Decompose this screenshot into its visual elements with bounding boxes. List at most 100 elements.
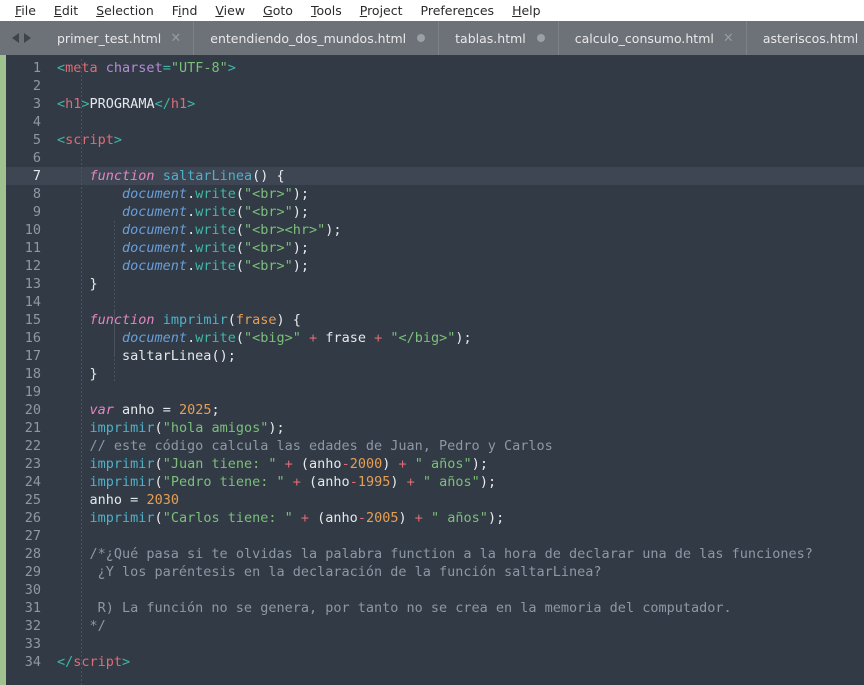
line-number: 18 (24, 366, 41, 382)
tab-unsaved-indicator-icon[interactable] (536, 34, 545, 42)
code-token: ); (479, 474, 497, 490)
line-number: 20 (24, 402, 41, 418)
code-line[interactable]: <h1>PROGRAMA</h1> (51, 95, 864, 113)
code-token: = (162, 60, 171, 76)
code-token: document (122, 222, 188, 238)
code-line[interactable] (51, 77, 864, 95)
code-line[interactable]: function saltarLinea() { (51, 167, 864, 185)
code-token: ); (292, 204, 310, 220)
tab-primer_test-html[interactable]: primer_test.html × (41, 21, 194, 55)
code-token: - (341, 456, 350, 472)
code-line[interactable]: */ (51, 617, 864, 635)
tab-close-icon[interactable]: × (723, 32, 734, 45)
tab-unsaved-indicator-icon[interactable] (417, 34, 426, 42)
code-line[interactable]: document.write("<br>"); (51, 185, 864, 203)
code-line[interactable] (51, 581, 864, 599)
sublime-text-window: File Edit Selection Find View Goto Tools Projec… (0, 0, 864, 685)
code-token: anho (122, 402, 155, 418)
line-number: 30 (24, 582, 41, 598)
code-line[interactable] (51, 293, 864, 311)
code-content[interactable]: <meta charset="UTF-8"> <h1>PROGRAMA</h1>… (51, 55, 864, 685)
tab-tablas-html[interactable]: tablas.html (438, 21, 558, 55)
code-line[interactable] (51, 383, 864, 401)
menu-item-find[interactable]: Find (163, 0, 207, 21)
code-line[interactable]: <meta charset="UTF-8"> (51, 59, 864, 77)
code-line[interactable]: anho = 2030 (51, 491, 864, 509)
code-token: imprimir (89, 456, 155, 472)
menu-item-project[interactable]: Project (351, 0, 412, 21)
code-token: + (300, 510, 310, 526)
code-line[interactable]: imprimir("Pedro tiene: " + (anho-1995) +… (51, 473, 864, 491)
code-line[interactable]: imprimir("Juan tiene: " + (anho-2000) + … (51, 455, 864, 473)
code-line[interactable]: document.write("<br>"); (51, 239, 864, 257)
code-token: imprimir (162, 312, 228, 328)
nav-prev-icon[interactable] (12, 33, 19, 43)
code-line[interactable]: </script> (51, 653, 864, 671)
code-line[interactable] (51, 527, 864, 545)
menu-item-edit[interactable]: Edit (45, 0, 87, 21)
line-number: 15 (24, 312, 41, 328)
code-token: " años" (431, 510, 488, 526)
menu-item-tools[interactable]: Tools (302, 0, 351, 21)
code-token: + (374, 330, 383, 346)
tab-nav-arrows[interactable] (0, 21, 41, 55)
code-token: ); (292, 240, 310, 256)
code-token: + (406, 474, 415, 490)
code-line[interactable]: imprimir("hola amigos"); (51, 419, 864, 437)
code-line[interactable]: } (51, 275, 864, 293)
code-line[interactable]: // este código calcula las edades de Jua… (51, 437, 864, 455)
line-number: 17 (24, 348, 41, 364)
tab-close-icon[interactable]: × (170, 32, 181, 45)
code-line[interactable]: /*¿Qué pasa si te olvidas la palabra fun… (51, 545, 864, 563)
tab-asteriscos-html[interactable]: asteriscos.html (745, 21, 864, 55)
menu-item-view[interactable]: View (206, 0, 254, 21)
nav-next-icon[interactable] (24, 33, 31, 43)
code-line[interactable]: imprimir("Carlos tiene: " + (anho-2005) … (51, 509, 864, 527)
code-token: "Pedro tiene: " (162, 474, 285, 490)
code-line[interactable]: document.write("<br>"); (51, 257, 864, 275)
code-token: ( (300, 456, 310, 472)
code-token: " años" (422, 474, 480, 490)
code-line[interactable]: document.write("<br>"); (51, 203, 864, 221)
menu-item-selection[interactable]: Selection (87, 0, 163, 21)
code-token: < (57, 96, 66, 112)
code-line[interactable] (51, 113, 864, 131)
code-line[interactable]: saltarLinea(); (51, 347, 864, 365)
code-token: write (195, 204, 236, 220)
code-line[interactable] (51, 149, 864, 167)
line-number: 8 (32, 186, 41, 202)
menu-item-help[interactable]: Help (503, 0, 550, 21)
code-token: ( (235, 258, 244, 274)
menu-item-preferences[interactable]: Preferences (412, 0, 504, 21)
code-token: ); (487, 510, 505, 526)
code-line[interactable]: <script> (51, 131, 864, 149)
code-line[interactable]: R) La función no se genera, por tanto no… (51, 599, 864, 617)
menu-item-file[interactable]: File (6, 0, 45, 21)
code-token: imprimir (89, 420, 155, 436)
code-line[interactable]: document.write("<big>" + frase + "</big>… (51, 329, 864, 347)
tab-entendiendo_dos_mundos-html[interactable]: entendiendo_dos_mundos.html (193, 21, 439, 55)
code-token: ( (154, 474, 163, 490)
menu-item-goto[interactable]: Goto (254, 0, 302, 21)
code-line[interactable] (51, 635, 864, 653)
code-line[interactable]: ¿Y los paréntesis en la declaración de l… (51, 563, 864, 581)
code-token: { (292, 312, 301, 328)
code-line[interactable]: function imprimir(frase) { (51, 311, 864, 329)
code-line[interactable]: var anho = 2025; (51, 401, 864, 419)
line-number: 10 (24, 222, 41, 238)
line-number: 26 (24, 510, 41, 526)
code-token: ); (455, 330, 472, 346)
code-editor[interactable]: 1 2 3 4 5 6 7 8 9 10 11 12 13 14 15 16 17 18 19 20 21 22 23 24 2… (0, 55, 864, 685)
code-line[interactable]: document.write("<br><hr>"); (51, 221, 864, 239)
tab-calculo_consumo-html[interactable]: calculo_consumo.html × (557, 21, 746, 55)
indent-guide (81, 59, 82, 685)
code-line[interactable]: } (51, 365, 864, 383)
